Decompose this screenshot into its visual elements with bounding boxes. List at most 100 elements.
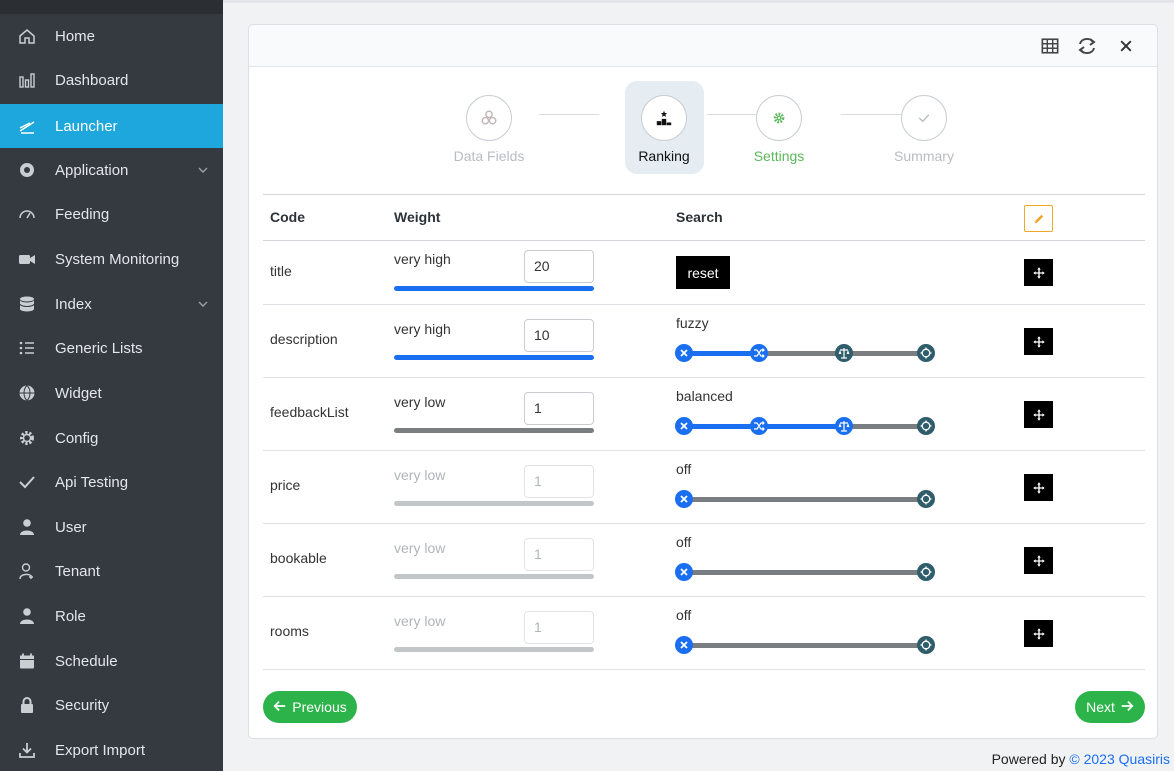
search-exact-knob[interactable] <box>917 344 935 362</box>
weight-input[interactable]: 10 <box>524 319 594 352</box>
search-off-knob[interactable] <box>675 490 693 508</box>
search-label: off <box>676 607 692 623</box>
search-exact-knob[interactable] <box>917 563 935 581</box>
step-label: Summary <box>894 148 954 164</box>
next-button[interactable]: Next <box>1075 691 1145 723</box>
weight-slider[interactable] <box>394 501 594 506</box>
weight-label: very low <box>394 613 446 629</box>
search-off-knob[interactable] <box>675 636 693 654</box>
move-icon[interactable] <box>1024 401 1053 428</box>
sidebar-item-role[interactable]: Role <box>0 594 223 638</box>
sidebar-item-label: Home <box>55 28 96 45</box>
sidebar-item-security[interactable]: Security <box>0 683 223 727</box>
sidebar-item-launcher[interactable]: Launcher <box>0 104 223 148</box>
sidebar-item-index[interactable]: Index <box>0 282 223 326</box>
weight-input[interactable]: 1 <box>524 392 594 425</box>
step-label: Data Fields <box>453 148 525 164</box>
search-off-knob[interactable] <box>675 344 693 362</box>
sidebar-item-tenant[interactable]: Tenant <box>0 549 223 593</box>
check-icon <box>18 473 36 491</box>
weight-slider[interactable] <box>394 286 594 291</box>
sync-icon[interactable] <box>1075 34 1099 58</box>
weight-slider[interactable] <box>394 428 594 433</box>
table-row: rooms very low 1 off <box>263 597 1145 670</box>
sidebar-item-label: System Monitoring <box>55 251 180 268</box>
previous-button[interactable]: Previous <box>263 691 357 723</box>
sidebar-item-dashboard[interactable]: Dashboard <box>0 58 223 102</box>
lock-icon <box>18 696 36 714</box>
sidebar-item-label: Schedule <box>55 653 118 670</box>
gear-icon <box>18 429 36 447</box>
move-icon[interactable] <box>1024 474 1053 501</box>
search-fuzzy-knob[interactable] <box>750 417 768 435</box>
search-fuzzy-knob[interactable] <box>750 344 768 362</box>
sidebar-item-api-testing[interactable]: Api Testing <box>0 460 223 504</box>
sidebar-item-config[interactable]: Config <box>0 416 223 460</box>
podium-icon <box>641 95 687 141</box>
search-balanced-knob[interactable] <box>835 417 853 435</box>
table-header: Code Weight Search <box>263 194 1145 241</box>
close-icon[interactable] <box>1114 34 1138 58</box>
search-slider[interactable] <box>684 570 926 575</box>
globe-icon <box>18 384 36 402</box>
search-exact-knob[interactable] <box>917 490 935 508</box>
step-ranking[interactable]: Ranking <box>619 95 709 164</box>
sidebar-item-schedule[interactable]: Schedule <box>0 639 223 683</box>
sidebar-item-system-monitoring[interactable]: System Monitoring <box>0 237 223 281</box>
search-exact-knob[interactable] <box>917 636 935 654</box>
table-row: title very high 20 reset <box>263 241 1145 305</box>
ranking-card: Data Fields Ranking Settings Summary Cod… <box>248 24 1158 739</box>
sidebar-item-label: Widget <box>55 385 102 402</box>
move-icon[interactable] <box>1024 259 1053 286</box>
table-row: description very high 10 fuzzy <box>263 305 1145 378</box>
footer: Powered by © 2023 Quasiris <box>991 751 1170 767</box>
field-code: title <box>270 263 292 279</box>
search-slider[interactable] <box>684 497 926 502</box>
sidebar-item-feeding[interactable]: Feeding <box>0 192 223 236</box>
move-icon[interactable] <box>1024 620 1053 647</box>
step-settings[interactable]: Settings <box>734 95 824 164</box>
sidebar-item-label: Config <box>55 430 99 447</box>
sidebar-item-label: Api Testing <box>55 474 129 491</box>
search-label: off <box>676 461 692 477</box>
table-row: bookable very low 1 off <box>263 524 1145 597</box>
col-search: Search <box>676 209 723 225</box>
footer-link[interactable]: © 2023 Quasiris <box>1069 751 1170 767</box>
search-off-knob[interactable] <box>675 417 693 435</box>
weight-input[interactable]: 1 <box>524 465 594 498</box>
sidebar: Home Dashboard Launcher Application Feeding S… <box>0 0 223 771</box>
field-code: feedbackList <box>270 404 349 420</box>
search-balanced-knob[interactable] <box>835 344 853 362</box>
database-icon <box>18 295 36 313</box>
step-data-fields[interactable]: Data Fields <box>444 95 534 164</box>
sidebar-item-label: Tenant <box>55 563 101 580</box>
sidebar-item-application[interactable]: Application <box>0 148 223 192</box>
sidebar-item-export-import[interactable]: Export Import <box>0 728 223 771</box>
arrow-left-icon <box>273 699 287 716</box>
sidebar-item-generic-lists[interactable]: Generic Lists <box>0 326 223 370</box>
search-slider[interactable] <box>684 643 926 648</box>
sidebar-item-home[interactable]: Home <box>0 14 223 58</box>
weight-input[interactable]: 1 <box>524 538 594 571</box>
weight-input[interactable]: 20 <box>524 250 594 283</box>
weight-slider[interactable] <box>394 574 594 579</box>
step-summary[interactable]: Summary <box>879 95 969 164</box>
search-off-knob[interactable] <box>675 563 693 581</box>
gauge-icon <box>18 205 36 223</box>
grid-icon[interactable] <box>1038 34 1062 58</box>
edit-pencil-icon[interactable] <box>1024 205 1053 232</box>
weight-input[interactable]: 1 <box>524 611 594 644</box>
sidebar-item-widget[interactable]: Widget <box>0 371 223 415</box>
search-slider-fill <box>684 351 759 356</box>
sidebar-item-label: Role <box>55 608 86 625</box>
chevron-down-icon <box>197 297 209 309</box>
weight-slider[interactable] <box>394 355 594 360</box>
weight-slider[interactable] <box>394 647 594 652</box>
calendar-icon <box>18 652 36 670</box>
move-icon[interactable] <box>1024 328 1053 355</box>
sidebar-item-user[interactable]: User <box>0 505 223 549</box>
move-icon[interactable] <box>1024 547 1053 574</box>
search-exact-knob[interactable] <box>917 417 935 435</box>
reset-button[interactable]: reset <box>676 256 730 289</box>
check-icon <box>901 95 947 141</box>
